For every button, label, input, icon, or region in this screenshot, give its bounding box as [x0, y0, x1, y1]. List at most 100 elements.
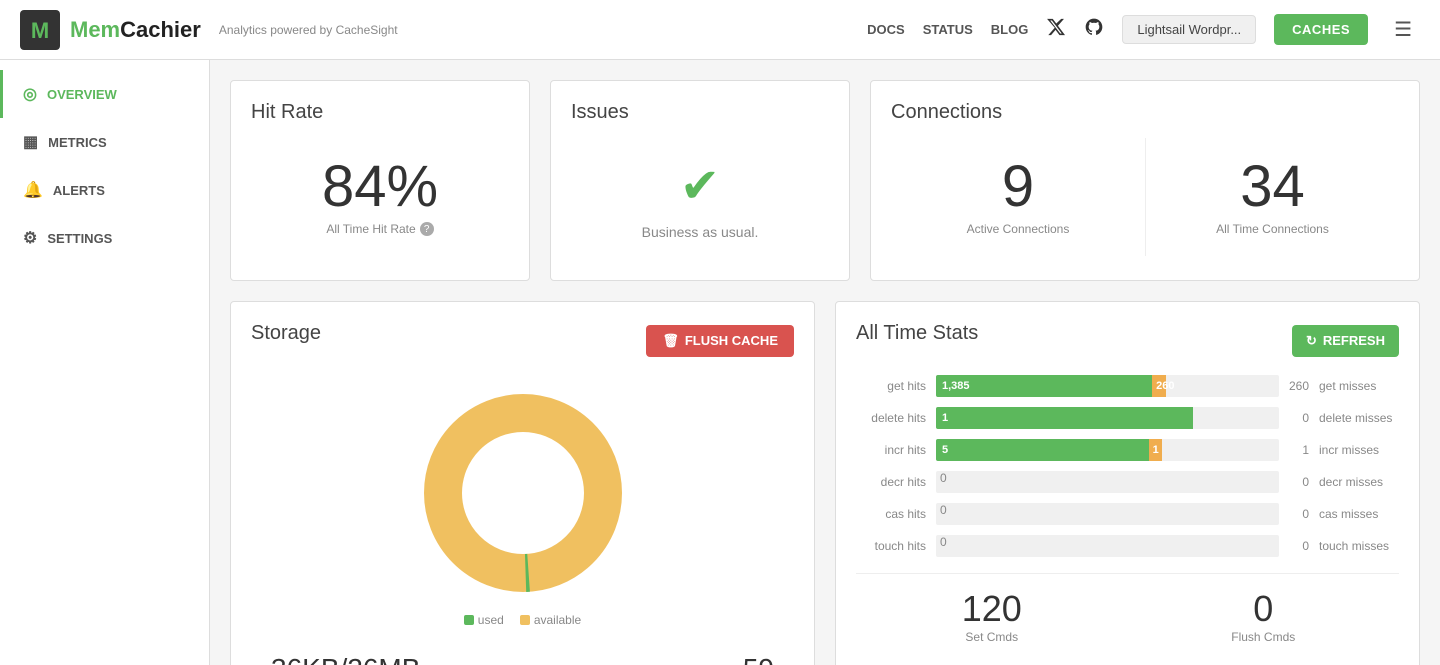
bar-empty-val: 0 [936, 471, 947, 493]
memory-stat: 36KB/26MB Memory Used / Total Memory [271, 653, 420, 665]
bar-miss: 1 [1149, 439, 1163, 461]
legend-available: available [520, 613, 581, 627]
flush-cmds-value: 0 [1128, 588, 1400, 630]
hit-rate-label: All Time Hit Rate ? [251, 222, 509, 236]
items-stat: 59 Items [743, 653, 774, 665]
stat-miss-label: delete misses [1309, 411, 1399, 425]
stat-hit-label: incr hits [856, 443, 936, 457]
stat-miss-val: 1 [1279, 443, 1309, 457]
stat-hit-label: touch hits [856, 539, 936, 553]
stats-title: All Time Stats [856, 322, 978, 345]
stat-miss-label: incr misses [1309, 443, 1399, 457]
caches-button[interactable]: CACHES [1274, 14, 1368, 45]
logo-text: MemCachier [70, 17, 201, 43]
bottom-row: Storage 🗑 FLUSH CACHE [230, 301, 1420, 665]
sidebar-item-label-settings: SETTINGS [47, 231, 112, 246]
storage-footer: 36KB/26MB Memory Used / Total Memory 59 … [251, 653, 794, 665]
bar-miss: 260 [1152, 375, 1166, 397]
stat-miss-label: get misses [1309, 379, 1399, 393]
settings-icon: ⚙ [23, 228, 37, 248]
app-header: M MemCachier Analytics powered by CacheS… [0, 0, 1440, 60]
bar-container: 0 [936, 471, 1279, 493]
sidebar: ◎ OVERVIEW ▦ METRICS 🔔 ALERTS ⚙ SETTINGS [0, 60, 210, 665]
logo-icon: M [20, 10, 60, 50]
bar-container: 0 [936, 535, 1279, 557]
storage-card: Storage 🗑 FLUSH CACHE [230, 301, 815, 665]
logo-area: M MemCachier Analytics powered by CacheS… [20, 10, 398, 50]
menu-button[interactable]: ☰ [1386, 13, 1420, 46]
active-connections-label: Active Connections [901, 222, 1135, 236]
refresh-button[interactable]: ↻ REFRESH [1292, 325, 1399, 357]
sidebar-item-alerts[interactable]: 🔔 ALERTS [0, 166, 209, 214]
stat-bar-area: 0 [936, 503, 1279, 525]
docs-link[interactable]: DOCS [867, 22, 905, 37]
stats-row: get hits 1,385 260 260 get misses [856, 375, 1399, 397]
stat-miss-label: decr misses [1309, 475, 1399, 489]
stat-hit-label: get hits [856, 379, 936, 393]
sidebar-item-overview[interactable]: ◎ OVERVIEW [0, 70, 209, 118]
bar-hit: 1 [936, 407, 1193, 429]
set-cmds-label: Set Cmds [856, 630, 1128, 644]
connections-inner: 9 Active Connections 34 All Time Connect… [891, 138, 1399, 256]
legend-used: used [464, 613, 504, 627]
bar-empty-val: 0 [936, 503, 947, 525]
hit-rate-info-icon[interactable]: ? [420, 222, 434, 236]
bar-empty-val: 0 [936, 535, 947, 557]
set-cmds-value: 120 [856, 588, 1128, 630]
metrics-icon: ▦ [23, 132, 38, 152]
items-value: 59 [743, 653, 774, 665]
sidebar-item-settings[interactable]: ⚙ SETTINGS [0, 214, 209, 262]
issues-status-text: Business as usual. [642, 224, 759, 240]
bar-hit: 1,385 [936, 375, 1152, 397]
stat-miss-val: 0 [1279, 411, 1309, 425]
flush-cache-button[interactable]: 🗑 FLUSH CACHE [646, 325, 794, 357]
issues-title: Issues [571, 101, 829, 124]
sidebar-item-label-overview: OVERVIEW [47, 87, 117, 102]
set-cmds-stat: 120 Set Cmds [856, 588, 1128, 644]
stat-hit-label: delete hits [856, 411, 936, 425]
tagline: Analytics powered by CacheSight [219, 23, 398, 37]
stat-miss-val: 0 [1279, 539, 1309, 553]
memory-value: 36KB/26MB [271, 653, 420, 665]
stat-bar-area: 5 1 [936, 439, 1279, 461]
check-icon: ✔ [680, 158, 720, 214]
trash-icon: 🗑 [662, 333, 679, 349]
stats-header: All Time Stats ↻ REFRESH [856, 322, 1399, 359]
flush-cmds-stat: 0 Flush Cmds [1128, 588, 1400, 644]
stat-bar-area: 1,385 260 [936, 375, 1279, 397]
all-time-stats-card: All Time Stats ↻ REFRESH get hits 1,385 … [835, 301, 1420, 665]
active-connections-value: 9 [901, 158, 1135, 216]
all-time-connections-label: All Time Connections [1156, 222, 1389, 236]
issues-card: Issues ✔ Business as usual. [550, 80, 850, 281]
header-nav: DOCS STATUS BLOG Lightsail Wordpr... CAC… [867, 13, 1420, 46]
sidebar-item-label-metrics: METRICS [48, 135, 107, 150]
alerts-icon: 🔔 [23, 180, 43, 200]
app-body: ◎ OVERVIEW ▦ METRICS 🔔 ALERTS ⚙ SETTINGS… [0, 60, 1440, 665]
status-link[interactable]: STATUS [923, 22, 973, 37]
bar-hit: 5 [936, 439, 1149, 461]
stat-hit-label: decr hits [856, 475, 936, 489]
overview-icon: ◎ [23, 84, 37, 104]
hit-rate-card: Hit Rate 84% All Time Hit Rate ? [230, 80, 530, 281]
blog-link[interactable]: BLOG [991, 22, 1029, 37]
sidebar-item-metrics[interactable]: ▦ METRICS [0, 118, 209, 166]
stat-miss-val: 0 [1279, 507, 1309, 521]
twitter-icon[interactable] [1046, 17, 1066, 42]
hit-rate-title: Hit Rate [251, 101, 509, 124]
flush-cmds-label: Flush Cmds [1128, 630, 1400, 644]
stat-miss-label: touch misses [1309, 539, 1399, 553]
active-connections-stat: 9 Active Connections [891, 138, 1145, 256]
stat-miss-val: 260 [1279, 379, 1309, 393]
stats-row: touch hits 0 0 touch misses [856, 535, 1399, 557]
stats-totals: 120 Set Cmds 0 Flush Cmds [856, 573, 1399, 644]
svg-text:M: M [31, 17, 49, 42]
stat-bar-area: 0 [936, 535, 1279, 557]
top-row: Hit Rate 84% All Time Hit Rate ? Issues … [230, 80, 1420, 281]
refresh-icon: ↻ [1306, 333, 1317, 349]
bar-container: 0 [936, 503, 1279, 525]
connections-title: Connections [891, 101, 1399, 124]
account-button[interactable]: Lightsail Wordpr... [1122, 15, 1256, 44]
storage-header: Storage 🗑 FLUSH CACHE [251, 322, 794, 359]
github-icon[interactable] [1084, 17, 1104, 42]
bar-container: 1 [936, 407, 1279, 429]
